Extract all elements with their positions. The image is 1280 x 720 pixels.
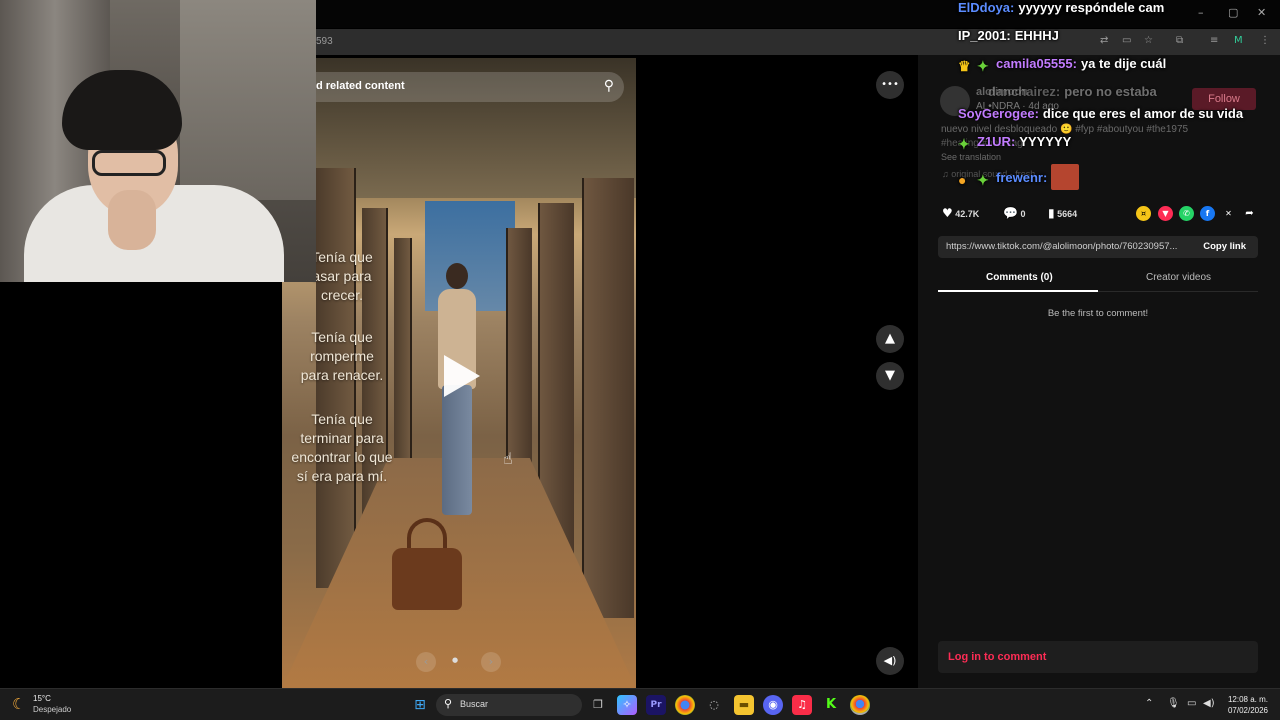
x-icon[interactable]: ✕: [1221, 206, 1236, 221]
chat-message: SoyGerogee: dice que eres el amor de su v…: [958, 106, 1244, 121]
overlay-text-2: Tenía que romperme para renacer.: [300, 329, 384, 383]
chat-message: ✦ Z1UR: YYYYYY: [958, 134, 1072, 152]
chat-message: danchairez: pero no estaba: [988, 84, 1157, 99]
previous-post-button[interactable]: ▲: [876, 325, 904, 353]
hand-cursor-icon: ☝: [503, 449, 513, 468]
system-clock[interactable]: 12:08 a. m. 07/02/2026: [1228, 694, 1268, 716]
more-options-button[interactable]: •••: [876, 71, 904, 99]
gem-badge-icon: ✦: [958, 136, 970, 152]
save-button[interactable]: ▮ 5664: [1048, 206, 1077, 220]
search-icon[interactable]: ⚲: [604, 77, 614, 94]
premiere-icon[interactable]: Pr: [646, 695, 666, 715]
emote-image: [1051, 164, 1080, 190]
photo-bag: [392, 548, 462, 610]
repost-icon[interactable]: ▼: [1158, 206, 1173, 221]
whatsapp-icon[interactable]: ✆: [1179, 206, 1194, 221]
taskbar-search-label: Buscar: [460, 699, 489, 709]
windows-start-icon[interactable]: ⊞: [410, 695, 430, 715]
photo-stall: [582, 178, 634, 618]
tiktok-coin-icon[interactable]: ¤: [1136, 206, 1151, 221]
share-arrow-icon[interactable]: ➦: [1242, 206, 1257, 221]
coin-badge-icon: ●: [958, 172, 967, 188]
weather-description[interactable]: Despejado: [33, 705, 71, 714]
weather-temperature[interactable]: 15°C: [33, 694, 51, 703]
login-to-comment-box[interactable]: Log in to comment: [938, 641, 1258, 673]
carousel-prev-button[interactable]: ‹: [416, 652, 436, 672]
discord-like-icon[interactable]: ◌: [704, 695, 724, 715]
share-url[interactable]: https://www.tiktok.com/@alolimoon/photo/…: [946, 241, 1190, 252]
comment-icon: 💬: [1003, 206, 1018, 220]
music-icon[interactable]: ♫: [792, 695, 812, 715]
next-post-button[interactable]: ▼: [876, 362, 904, 390]
clock-time: 12:08 a. m.: [1227, 695, 1268, 704]
overlay-text-3: Tenía que terminar para encontrar lo que…: [291, 411, 393, 484]
panel-tabs: Comments (0) Creator videos: [938, 266, 1258, 292]
comment-button[interactable]: 💬 0: [1003, 206, 1025, 220]
copy-link-button[interactable]: Copy link: [1203, 241, 1246, 252]
bookmark-icon: ▮: [1048, 206, 1055, 220]
microphone-icon[interactable]: 🎙: [1167, 698, 1180, 709]
taskbar-search[interactable]: ⚲ Buscar: [436, 694, 582, 716]
webcam-overlay: [0, 0, 316, 282]
tab-creator-videos[interactable]: Creator videos: [1146, 272, 1211, 283]
like-count: 42.7K: [955, 209, 980, 219]
kick-icon[interactable]: K: [821, 695, 841, 715]
share-link-box: https://www.tiktok.com/@alolimoon/photo/…: [938, 236, 1258, 258]
chat-message: ElDdoya: yyyyyy respóndele cam: [958, 0, 1165, 15]
windows-taskbar: ☾ 15°C Despejado ⊞ ⚲ Buscar ❐ ✧ Pr ◌ ▬ ◉…: [0, 688, 1280, 720]
screen: – ▢ ✕ 593 ⇄ ▭ ☆ ⧉ ≡ M ⋮ Tenía que asar p…: [0, 0, 1280, 720]
volume-button[interactable]: ◀): [876, 647, 904, 675]
crown-badge-icon: ♛: [958, 58, 971, 74]
active-tab-indicator: [938, 290, 1098, 292]
volume-icon[interactable]: ◀): [1203, 698, 1215, 709]
chat-message: ● ✦ frewenr:: [958, 164, 1080, 190]
file-explorer-icon[interactable]: ▬: [734, 695, 754, 715]
discord-icon[interactable]: ◉: [763, 695, 783, 715]
save-count: 5664: [1057, 209, 1078, 219]
gem-badge-icon: ✦: [977, 172, 989, 188]
chrome-icon[interactable]: [675, 695, 695, 715]
tab-comments[interactable]: Comments (0): [986, 272, 1053, 283]
empty-comments-message: Be the first to comment!: [1047, 308, 1149, 319]
carousel-dot: ●: [452, 656, 459, 664]
search-placeholder: d related content: [316, 80, 405, 92]
play-icon[interactable]: [444, 355, 480, 397]
comment-count: 0: [1020, 209, 1026, 219]
network-icon[interactable]: ▭: [1187, 698, 1196, 709]
login-to-comment-link[interactable]: Log in to comment: [948, 651, 1046, 663]
facebook-icon[interactable]: f: [1200, 206, 1215, 221]
chat-message: IP_2001: EHHHJ: [958, 28, 1059, 43]
chat-message: ♛ ✦ camila05555: ya te dije cuál: [958, 56, 1167, 74]
task-view-icon[interactable]: ❐: [588, 695, 608, 715]
gem-badge-icon: ✦: [977, 58, 989, 74]
moon-weather-icon: ☾: [12, 695, 26, 713]
clock-date: 07/02/2026: [1227, 706, 1268, 715]
address-fragment: 593: [316, 36, 333, 47]
carousel-next-button[interactable]: ›: [481, 652, 501, 672]
tray-overflow-icon[interactable]: ⌃: [1145, 698, 1153, 709]
like-button[interactable]: ♥ 42.7K: [942, 206, 979, 220]
chrome-profile-icon[interactable]: [850, 695, 870, 715]
search-icon: ⚲: [444, 697, 453, 710]
stream-chat-overlay: ElDdoya: yyyyyy respóndele cam IP_2001: EH…: [958, 0, 1280, 190]
copilot-icon[interactable]: ✧: [617, 695, 637, 715]
related-content-search[interactable]: d related content ⚲: [296, 72, 624, 102]
heart-icon: ♥: [942, 206, 953, 220]
